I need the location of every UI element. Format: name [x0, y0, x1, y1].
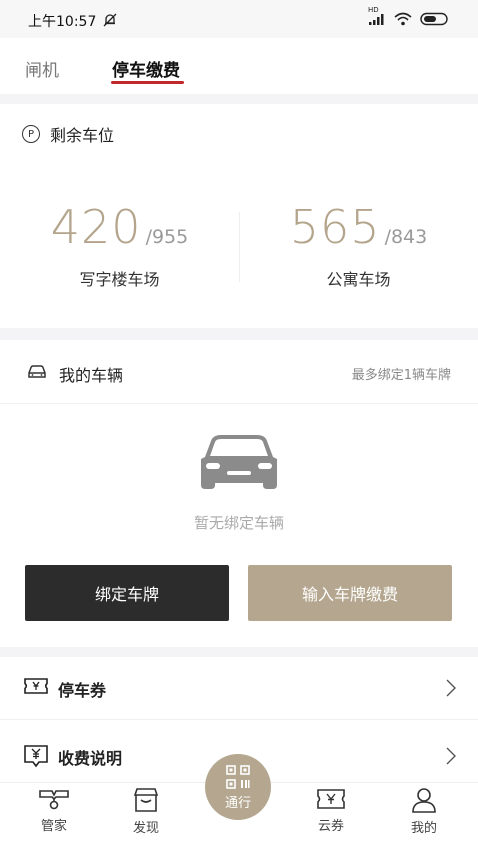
- nav-discover[interactable]: 发现: [111, 787, 181, 836]
- remaining-spaces-header: P 剩余车位: [22, 122, 114, 146]
- active-tab-indicator: [111, 81, 184, 84]
- ticket-icon: [24, 676, 48, 700]
- chevron-right-icon: [446, 679, 456, 701]
- lot-available: 420: [50, 200, 142, 254]
- tab-gate[interactable]: 闸机: [25, 56, 59, 81]
- car-icon: [27, 364, 47, 384]
- lot-name: 写字楼车场: [79, 270, 160, 289]
- nav-label: 云券: [317, 819, 344, 834]
- status-bar: 上午10:57 HD: [0, 0, 478, 38]
- empty-vehicles-text: 暂无绑定车辆: [193, 514, 284, 532]
- my-vehicles-card: 我的车辆 最多绑定1辆车牌 暂无绑定车辆 绑定车牌 输入车牌缴费: [0, 340, 478, 647]
- nav-label: 我的: [410, 821, 437, 836]
- nav-cloud-coupons[interactable]: 云券: [296, 787, 366, 834]
- my-vehicles-header: 我的车辆: [27, 362, 123, 386]
- remaining-spaces-title: 剩余车位: [50, 126, 115, 145]
- divider: [0, 719, 478, 720]
- nav-label: 管家: [40, 819, 67, 834]
- chevron-right-icon: [446, 747, 456, 769]
- bind-plate-button[interactable]: 绑定车牌: [25, 565, 229, 621]
- nav-mine[interactable]: 我的: [389, 787, 459, 836]
- status-indicators: HD: [368, 6, 450, 30]
- wifi-icon: [394, 11, 412, 30]
- fee-document-icon: [24, 744, 48, 772]
- butler-icon: [39, 790, 69, 810]
- nav-pass-button[interactable]: 通行: [205, 754, 271, 820]
- parking-icon: P: [22, 125, 40, 143]
- status-time: 上午10:57: [28, 14, 97, 30]
- tab-parking-payment[interactable]: 停车缴费: [112, 56, 180, 81]
- nav-butler[interactable]: 管家: [19, 787, 89, 834]
- list-item-label: 停车券: [58, 681, 107, 700]
- nav-label: 通行: [224, 795, 251, 811]
- lot-office: 420/955 写字楼车场: [0, 200, 239, 289]
- nav-label: 发现: [132, 821, 159, 836]
- top-tabs: 闸机 停车缴费: [0, 38, 478, 94]
- divider: [0, 403, 478, 404]
- lot-name: 公寓车场: [326, 270, 391, 289]
- lot-total: /955: [145, 226, 189, 248]
- network-label: HD: [368, 6, 379, 14]
- signal-icon: HD: [368, 6, 386, 30]
- battery-icon: [420, 11, 450, 30]
- qr-code-icon: [226, 764, 250, 789]
- vehicle-bind-hint: 最多绑定1辆车牌: [351, 368, 451, 383]
- empty-car-icon: [197, 433, 281, 499]
- enter-plate-pay-button[interactable]: 输入车牌缴费: [248, 565, 452, 621]
- list-item-coupons[interactable]: 停车券: [0, 657, 478, 720]
- remaining-spaces-card: P 剩余车位 420/955 写字楼车场 565/843 公寓车场: [0, 104, 478, 328]
- lot-available: 565: [289, 200, 381, 254]
- user-icon: [412, 788, 436, 813]
- my-vehicles-title: 我的车辆: [59, 366, 124, 385]
- lot-apartment: 565/843 公寓车场: [239, 200, 478, 289]
- store-icon: [133, 788, 159, 812]
- coupon-icon: [317, 789, 345, 809]
- list-item-label: 收费说明: [58, 749, 123, 768]
- mute-bell-icon: [103, 12, 117, 31]
- lot-total: /843: [384, 226, 428, 248]
